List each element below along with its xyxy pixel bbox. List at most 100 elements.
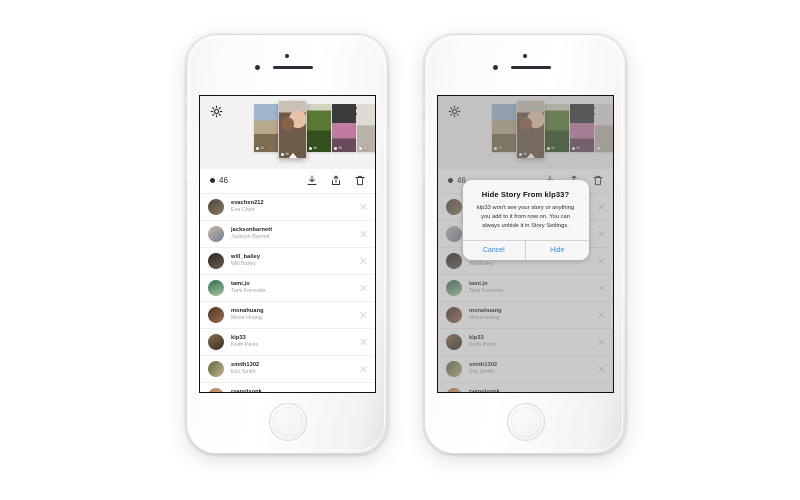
story-thumbnail[interactable]: 15 xyxy=(254,104,278,152)
eye-icon xyxy=(281,152,284,156)
story-thumbnail[interactable]: 33 xyxy=(357,104,375,152)
avatar xyxy=(208,334,224,350)
list-item-names: monahuang Mona Huang xyxy=(231,308,359,322)
thumbnail-image xyxy=(357,104,375,152)
thumbnail-image xyxy=(307,104,331,152)
screenshot-stage: 15 46 45 38 33 46 evachen212 Eva Chen ja… xyxy=(0,0,800,500)
thumbnail-view-badge: 15 xyxy=(256,145,264,150)
story-thumbnail[interactable]: 45 xyxy=(307,104,331,152)
power-button[interactable] xyxy=(625,127,627,161)
list-item[interactable]: smith1302 Eric Smith xyxy=(200,356,375,383)
front-camera-icon xyxy=(285,54,289,58)
list-item-names: smith1302 Eric Smith xyxy=(231,362,359,376)
remove-viewer-icon[interactable] xyxy=(597,392,605,393)
viewer-username: smith1302 xyxy=(231,362,260,369)
trash-icon[interactable] xyxy=(354,174,366,187)
proximity-sensor-icon xyxy=(493,65,498,70)
remove-viewer-icon[interactable] xyxy=(359,338,367,346)
thumbnail-view-badge: 38 xyxy=(334,145,342,150)
list-item-names: will_bailey Will Bailey xyxy=(231,254,359,268)
volume-up-button[interactable] xyxy=(423,121,425,147)
thumbnail-view-count: 45 xyxy=(313,145,317,150)
list-item[interactable]: evachen212 Eva Chen xyxy=(200,194,375,221)
volume-up-button[interactable] xyxy=(185,121,187,147)
proximity-sensor-icon xyxy=(255,65,260,70)
remove-viewer-icon[interactable] xyxy=(359,257,367,265)
remove-viewer-icon[interactable] xyxy=(359,230,367,238)
thumbnail-image xyxy=(332,104,356,152)
list-item[interactable]: ryanolsonk Ryan Olson xyxy=(200,383,375,393)
phone-screen-right: 15 46 45 38 33 46 Will Bailey tami.jo Ta… xyxy=(437,95,614,393)
gear-icon[interactable] xyxy=(210,105,223,118)
eye-icon xyxy=(334,146,337,150)
viewer-fullname: Tami Forrester xyxy=(231,288,266,295)
remove-viewer-icon[interactable] xyxy=(359,365,367,373)
list-item-names: evachen212 Eva Chen xyxy=(231,200,359,214)
remove-viewer-icon[interactable] xyxy=(359,392,367,393)
dialog-title: Hide Story From klp33? xyxy=(481,190,570,199)
home-button[interactable] xyxy=(507,403,545,441)
viewer-username: evachen212 xyxy=(231,200,264,207)
eye-icon xyxy=(309,146,312,150)
iphone-right: 15 46 45 38 33 46 Will Bailey tami.jo Ta… xyxy=(423,34,627,454)
thumbnail-view-count: 15 xyxy=(260,145,264,150)
list-item-names: ryanolsonk Ryan Olson xyxy=(231,389,359,392)
viewer-fullname: Mona Huang xyxy=(231,315,262,322)
avatar xyxy=(208,388,224,392)
thumbnail-image xyxy=(279,101,306,158)
viewer-fullname: Will Bailey xyxy=(231,261,256,268)
eye-icon xyxy=(256,146,259,150)
earpiece-speaker xyxy=(273,66,313,69)
hide-button[interactable]: Hide xyxy=(525,240,589,260)
story-actions xyxy=(306,174,366,187)
avatar xyxy=(208,280,224,296)
front-camera-icon xyxy=(523,54,527,58)
selected-thumbnail-caret xyxy=(287,153,298,158)
power-button[interactable] xyxy=(387,127,389,161)
home-button[interactable] xyxy=(269,403,307,441)
avatar xyxy=(208,199,224,215)
thumbnail-image xyxy=(254,104,278,152)
silent-switch[interactable] xyxy=(423,93,425,109)
phone-screen-left: 15 46 45 38 33 46 evachen212 Eva Chen ja… xyxy=(199,95,376,393)
list-item[interactable]: tami.jo Tami Forrester xyxy=(200,275,375,302)
story-header: 15 46 45 38 33 xyxy=(200,96,375,169)
viewer-count: 46 xyxy=(219,176,228,185)
share-icon[interactable] xyxy=(330,174,342,187)
story-thumbnail-strip[interactable]: 15 46 45 38 33 xyxy=(254,101,375,158)
silent-switch[interactable] xyxy=(185,93,187,109)
viewer-username: klp33 xyxy=(231,335,246,342)
remove-viewer-icon[interactable] xyxy=(359,311,367,319)
download-icon[interactable] xyxy=(306,174,318,187)
list-item[interactable]: klp33 Keith Peiris xyxy=(200,329,375,356)
earpiece-speaker xyxy=(511,66,551,69)
list-item-names: tami.jo Tami Forrester xyxy=(231,281,359,295)
story-thumbnail-selected[interactable]: 46 xyxy=(279,101,306,158)
avatar xyxy=(208,226,224,242)
list-item[interactable]: jacksonbarnett Jackson Barnett xyxy=(200,221,375,248)
dialog-actions: Cancel Hide xyxy=(462,239,589,260)
thumbnail-view-count: 33 xyxy=(363,145,367,150)
viewer-list-left[interactable]: evachen212 Eva Chen jacksonbarnett Jacks… xyxy=(200,194,375,393)
viewer-username: tami.jo xyxy=(231,281,250,288)
viewer-fullname: Keith Peiris xyxy=(231,342,259,349)
eye-icon xyxy=(359,146,362,150)
viewer-fullname: Eva Chen xyxy=(231,207,255,214)
hide-story-dialog: Hide Story From klp33? klp33 won't see y… xyxy=(462,180,589,260)
thumbnail-view-badge: 45 xyxy=(309,145,317,150)
thumbnail-view-count: 38 xyxy=(338,145,342,150)
avatar xyxy=(208,361,224,377)
dialog-message: klp33 won't see your story or anything y… xyxy=(476,205,575,229)
volume-down-button[interactable] xyxy=(423,155,425,181)
story-thumbnail[interactable]: 38 xyxy=(332,104,356,152)
viewer-username: jacksonbarnett xyxy=(231,227,273,234)
iphone-left: 15 46 45 38 33 46 evachen212 Eva Chen ja… xyxy=(185,34,389,454)
list-item[interactable]: monahuang Mona Huang xyxy=(200,302,375,329)
cancel-button[interactable]: Cancel xyxy=(463,241,526,260)
story-counts-bar: 46 xyxy=(200,169,375,194)
dialog-body: Hide Story From klp33? klp33 won't see y… xyxy=(463,180,589,240)
remove-viewer-icon[interactable] xyxy=(359,284,367,292)
remove-viewer-icon[interactable] xyxy=(359,203,367,211)
list-item[interactable]: will_bailey Will Bailey xyxy=(200,248,375,275)
volume-down-button[interactable] xyxy=(185,155,187,181)
